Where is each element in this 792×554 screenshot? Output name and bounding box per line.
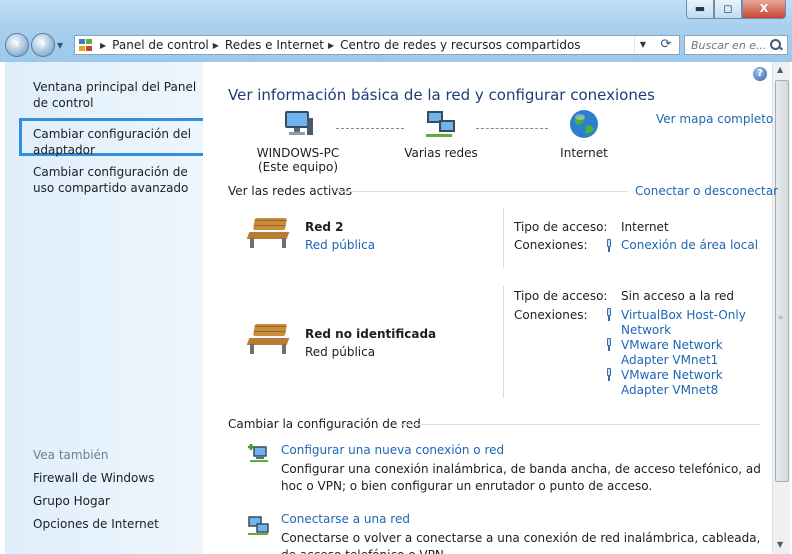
caption-buttons: ▬ ◻ X (686, 0, 786, 19)
search-box[interactable] (684, 35, 788, 55)
task-description: Conectarse o volver a conectarse a una c… (281, 531, 761, 554)
refresh-icon: ⟳ (660, 37, 672, 52)
connection-link[interactable]: VMware Network Adapter VMnet8 (621, 368, 771, 398)
scroll-up-icon[interactable]: ▲ (777, 65, 783, 74)
task-description: Configurar una conexión inalámbrica, de … (281, 462, 761, 493)
map-node-sublabel: (Este equipo) (258, 160, 338, 174)
change-settings-title: Cambiar la configuración de red (228, 417, 421, 431)
breadcrumb-arrow-icon[interactable]: ▶ (100, 41, 106, 50)
map-node-this-pc[interactable]: WINDOWS-PC (Este equipo) (250, 108, 346, 174)
breadcrumb-network-internet[interactable]: Redes e Internet (225, 38, 324, 52)
map-node-internet[interactable]: Internet (552, 108, 616, 160)
breadcrumb-arrow-icon[interactable]: ▶ (328, 41, 334, 50)
section-divider (336, 191, 628, 192)
bench-icon (246, 218, 290, 248)
page-title: Ver información básica de la red y confi… (228, 86, 655, 104)
column-divider (503, 286, 504, 398)
breadcrumb-network-center[interactable]: Centro de redes y recursos compartidos (340, 38, 580, 52)
computer-icon (281, 108, 315, 140)
globe-icon (567, 108, 601, 140)
control-panel-window: ▬ ◻ X ‹ › ▼ ▶ Panel de control ▶ Redes e… (0, 0, 792, 554)
ethernet-icon (606, 368, 612, 381)
window-chrome: ▬ ◻ X ‹ › ▼ ▶ Panel de control ▶ Redes e… (0, 0, 792, 62)
network-type-link[interactable]: Red pública (305, 238, 375, 252)
connection-link[interactable]: Conexión de área local (621, 238, 758, 253)
bench-icon (246, 324, 290, 354)
scroll-down-icon[interactable]: ▼ (777, 540, 783, 549)
see-also-title: Vea también (33, 448, 109, 462)
maximize-button[interactable]: ◻ (714, 0, 742, 19)
ethernet-icon (606, 239, 612, 252)
connect-disconnect-link[interactable]: Conectar o desconectar (635, 184, 778, 198)
scrollbar-thumb[interactable] (775, 80, 789, 482)
connections-label: Conexiones: (514, 238, 588, 252)
setup-connection-link[interactable]: Configurar una nueva conexión o red (281, 443, 504, 457)
network-icon (424, 108, 458, 140)
breadcrumb-control-panel[interactable]: Panel de control (112, 38, 209, 52)
network-type: Red pública (305, 345, 376, 359)
sidebar-item-advanced-sharing[interactable]: Cambiar configuración de uso compartido … (33, 164, 203, 196)
new-connection-icon (246, 441, 270, 463)
map-connector (476, 128, 548, 130)
map-node-label: WINDOWS-PC (256, 146, 340, 160)
active-networks-title: Ver las redes activas (228, 184, 352, 198)
address-dropdown[interactable]: ▼ (634, 36, 651, 54)
sidebar-item-homegroup[interactable]: Grupo Hogar (33, 493, 203, 509)
nav-buttons: ‹ › ▼ (5, 33, 67, 57)
scroll-grip-icon: ≡ (778, 314, 784, 321)
access-type-value: Internet (621, 220, 669, 234)
minimize-button[interactable]: ▬ (686, 0, 714, 19)
forward-button[interactable]: › (31, 33, 55, 57)
map-node-label: Varias redes (404, 146, 478, 160)
column-divider (503, 208, 504, 268)
full-map-link[interactable]: Ver mapa completo (656, 112, 773, 126)
connection-link[interactable]: VMware Network Adapter VMnet1 (621, 338, 771, 368)
section-divider (400, 424, 760, 425)
close-button[interactable]: X (742, 0, 786, 19)
ethernet-icon (606, 308, 612, 321)
connect-to-network-link[interactable]: Conectarse a una red (281, 512, 410, 526)
help-icon[interactable]: ? (753, 67, 767, 81)
back-button[interactable]: ‹ (5, 33, 29, 57)
sidebar-item-control-panel-home[interactable]: Ventana principal del Panel de control (33, 79, 203, 111)
arrow-right-icon: › (40, 37, 46, 52)
chevron-down-icon: ▼ (57, 40, 64, 50)
connections-label: Conexiones: (514, 308, 588, 322)
sidebar-item-adapter-settings[interactable]: Cambiar configuración del adaptador (33, 126, 203, 158)
vertical-scrollbar[interactable]: ▲ ≡ ▼ (772, 62, 790, 554)
sidebar-item-firewall[interactable]: Firewall de Windows (33, 470, 203, 486)
network-name: Red no identificada (305, 327, 437, 341)
refresh-button[interactable]: ⟳ (654, 35, 678, 55)
breadcrumb-arrow-icon[interactable]: ▶ (213, 41, 219, 50)
network-name: Red 2 (305, 220, 344, 234)
access-type-label: Tipo de acceso: (514, 220, 608, 234)
map-node-label: Internet (560, 146, 608, 160)
arrow-left-icon: ‹ (14, 37, 20, 52)
address-bar[interactable]: ▶ Panel de control ▶ Redes e Internet ▶ … (74, 35, 680, 55)
access-type-value: Sin acceso a la red (621, 289, 735, 303)
control-panel-icon (79, 39, 93, 51)
access-type-label: Tipo de acceso: (514, 289, 608, 303)
map-connector (336, 128, 404, 130)
sidebar-item-internet-options[interactable]: Opciones de Internet (33, 516, 203, 532)
recent-pages-dropdown[interactable]: ▼ (57, 41, 67, 50)
search-icon[interactable] (769, 38, 783, 52)
ethernet-icon (606, 338, 612, 351)
connect-network-icon (246, 513, 270, 535)
search-input[interactable] (685, 37, 769, 53)
sidebar: Ventana principal del Panel de control C… (5, 62, 215, 554)
connection-link[interactable]: VirtualBox Host-Only Network (621, 308, 771, 338)
map-node-multiple-networks[interactable]: Varias redes (396, 108, 486, 160)
